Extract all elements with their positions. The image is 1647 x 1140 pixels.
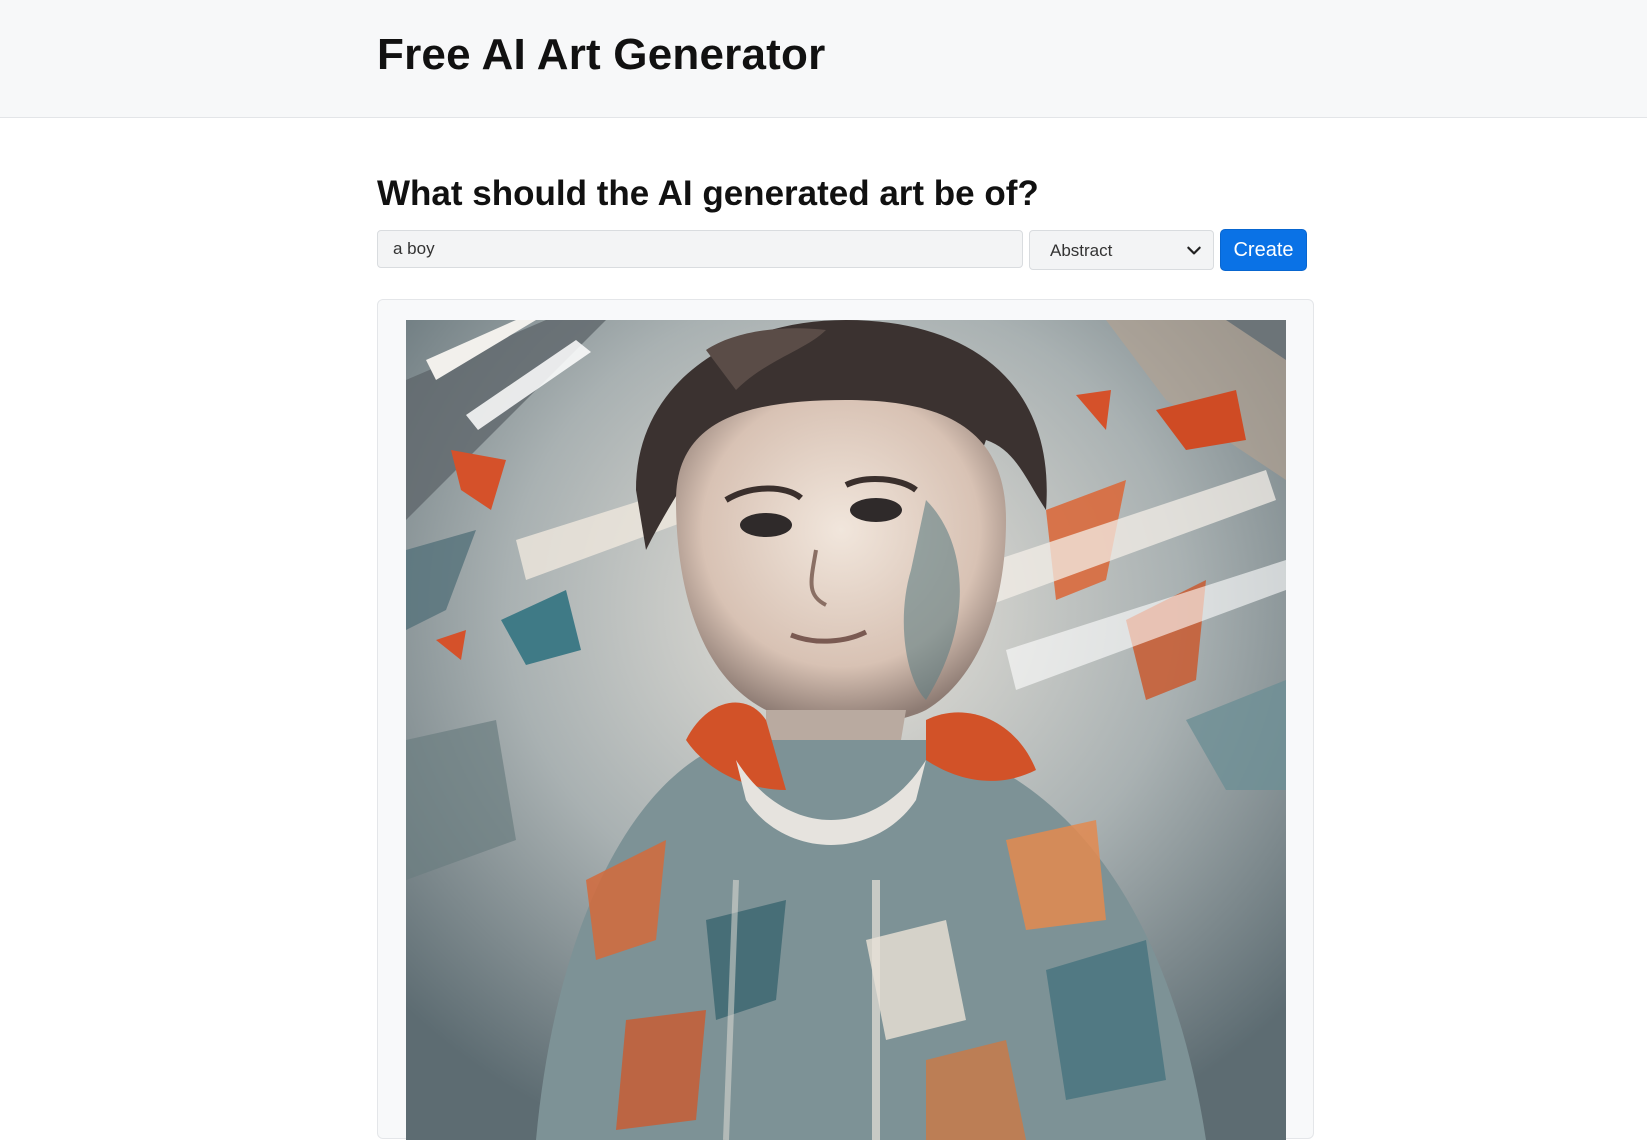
prompt-form: Abstract Create: [377, 229, 1309, 271]
result-card: [377, 299, 1314, 1140]
site-title[interactable]: Free AI Art Generator: [377, 30, 825, 80]
style-select-value: Abstract: [1050, 241, 1113, 260]
prompt-heading: What should the AI generated art be of?: [377, 174, 1039, 213]
create-button[interactable]: Create: [1220, 229, 1307, 271]
prompt-input[interactable]: [377, 230, 1023, 268]
chevron-down-icon: [1187, 246, 1201, 255]
top-navbar: Free AI Art Generator: [0, 0, 1647, 118]
style-select[interactable]: Abstract: [1029, 230, 1214, 270]
generated-image: [406, 320, 1286, 1140]
abstract-portrait-image: [406, 320, 1286, 1140]
